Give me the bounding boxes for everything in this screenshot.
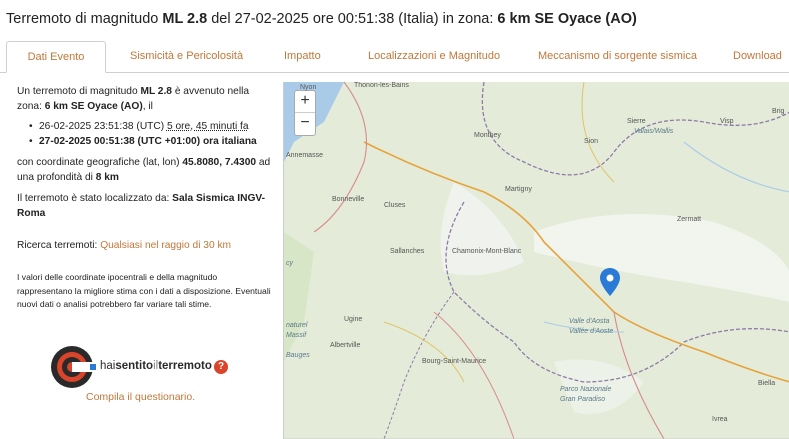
tab-impatto[interactable]: Impatto (284, 41, 321, 73)
located-by-label: Il terremoto è stato localizzato da: (17, 193, 173, 204)
question-badge-icon: ? (214, 360, 228, 374)
map-label: Vallée d'Aoste (569, 328, 614, 335)
event-info: Un terremoto di magnitudo ML 2.8 è avven… (17, 84, 272, 312)
map-label: Brig (772, 108, 785, 115)
map-label: Visp (720, 118, 734, 125)
coords-value: 45.8080, 7.4300 (182, 157, 257, 168)
zoom-out-button[interactable]: − (295, 113, 315, 135)
local-time: 27-02-2025 00:51:38 (UTC +01:00) ora ita… (29, 134, 272, 149)
tab-bar: Dati Evento Sismicità e Pericolosità Imp… (0, 41, 789, 73)
tab-dati-evento[interactable]: Dati Evento (6, 41, 106, 73)
summary-text: Un terremoto di magnitudo (17, 86, 141, 97)
map-label: Valais/Wallis (634, 128, 674, 135)
time-ago: 5 ore, 45 minuti fa (166, 121, 249, 132)
utc-time: 26-02-2025 23:51:38 (UTC) 5 ore, 45 minu… (29, 119, 272, 134)
title-zone: 6 km SE Oyace (AO) (497, 11, 637, 27)
map-label: Ivrea (712, 416, 728, 423)
map-label: Martigny (505, 186, 532, 193)
logo-part-1: hai (100, 360, 116, 372)
map-label: Sallanches (390, 248, 425, 255)
epicenter-marker-icon[interactable] (600, 268, 620, 296)
title-date: del 27-02-2025 ore 00:51:38 (Italia) in … (207, 11, 498, 27)
questionnaire-link[interactable]: Compila il questionario. (86, 391, 195, 403)
map-label: Gran Paradiso (560, 396, 606, 403)
event-map[interactable]: + − Nyon Thonon-les-Bains Annemasse Mont… (283, 82, 789, 439)
map-label: Sierre (627, 118, 646, 125)
map-label: Thonon-les-Bains (354, 82, 409, 89)
coords-label: con coordinate geografiche (lat, lon) (17, 157, 183, 168)
map-label: Ugine (344, 316, 363, 323)
map-label: Annemasse (286, 152, 323, 159)
map-label: Monthey (474, 132, 501, 139)
located-by: Il terremoto è stato localizzato da: Sal… (17, 191, 272, 221)
coordinates: con coordinate geografiche (lat, lon) 45… (17, 155, 272, 185)
zoom-control: + − (294, 90, 316, 136)
zoom-in-button[interactable]: + (295, 91, 315, 113)
map-label: Massif (286, 332, 307, 339)
map-background (284, 82, 789, 439)
target-icon (51, 346, 96, 388)
map-label: Albertville (330, 342, 361, 349)
haisentito-logo[interactable]: haisentitoilterremoto ? (48, 345, 233, 389)
map-label: Bonneville (332, 196, 365, 203)
map-label: cy (286, 260, 293, 267)
page-title: Terremoto di magnitudo ML 2.8 del 27-02-… (6, 11, 637, 27)
title-magnitude: ML 2.8 (162, 11, 208, 27)
summary-zone: 6 km SE Oyace (AO) (44, 101, 143, 112)
summary-text-3: , il (142, 101, 153, 112)
search-label: Ricerca terremoti: (17, 240, 101, 251)
map-label: Bourg-Saint-Maurice (422, 358, 487, 365)
map-label: naturel (286, 322, 308, 329)
map-label: Zermatt (677, 216, 702, 223)
tab-meccanismo[interactable]: Meccanismo di sorgente sismica (538, 41, 697, 73)
map-label: Cluses (384, 202, 406, 209)
map-label: Bauges (286, 352, 310, 359)
tab-sismicita[interactable]: Sismicità e Pericolosità (130, 41, 243, 73)
tab-download[interactable]: Download (733, 41, 782, 73)
logo-text: haisentitoilterremoto (100, 360, 212, 372)
search-radius-link[interactable]: Qualsiasi nel raggio di 30 km (100, 240, 231, 251)
map-label: Valle d'Aosta (569, 318, 610, 325)
search-earthquakes: Ricerca terremoti: Qualsiasi nel raggio … (17, 238, 272, 253)
logo-part-2: sentito (115, 360, 154, 372)
time-list: 26-02-2025 23:51:38 (UTC) 5 ore, 45 minu… (29, 119, 272, 149)
tab-localizzazioni[interactable]: Localizzazioni e Magnitudo (368, 41, 500, 73)
summary-magnitude: ML 2.8 (140, 86, 172, 97)
title-prefix: Terremoto di magnitudo (6, 11, 163, 27)
map-label: Biella (758, 380, 776, 387)
utc-time-text: 26-02-2025 23:51:38 (UTC) (39, 121, 167, 132)
local-time-text: 27-02-2025 00:51:38 (UTC +01:00) ora ita… (39, 136, 257, 147)
event-summary: Un terremoto di magnitudo ML 2.8 è avven… (17, 84, 272, 114)
map-label: Chamonix-Mont-Blanc (452, 248, 522, 255)
map-label: Nyon (300, 84, 317, 91)
logo-part-4: terremoto (158, 360, 212, 372)
depth-value: 8 km (95, 172, 119, 183)
map-label: Sion (584, 138, 599, 145)
disclaimer: I valori delle coordinate ipocentrali e … (17, 272, 271, 309)
map-label: Parco Nazionale (560, 386, 612, 393)
